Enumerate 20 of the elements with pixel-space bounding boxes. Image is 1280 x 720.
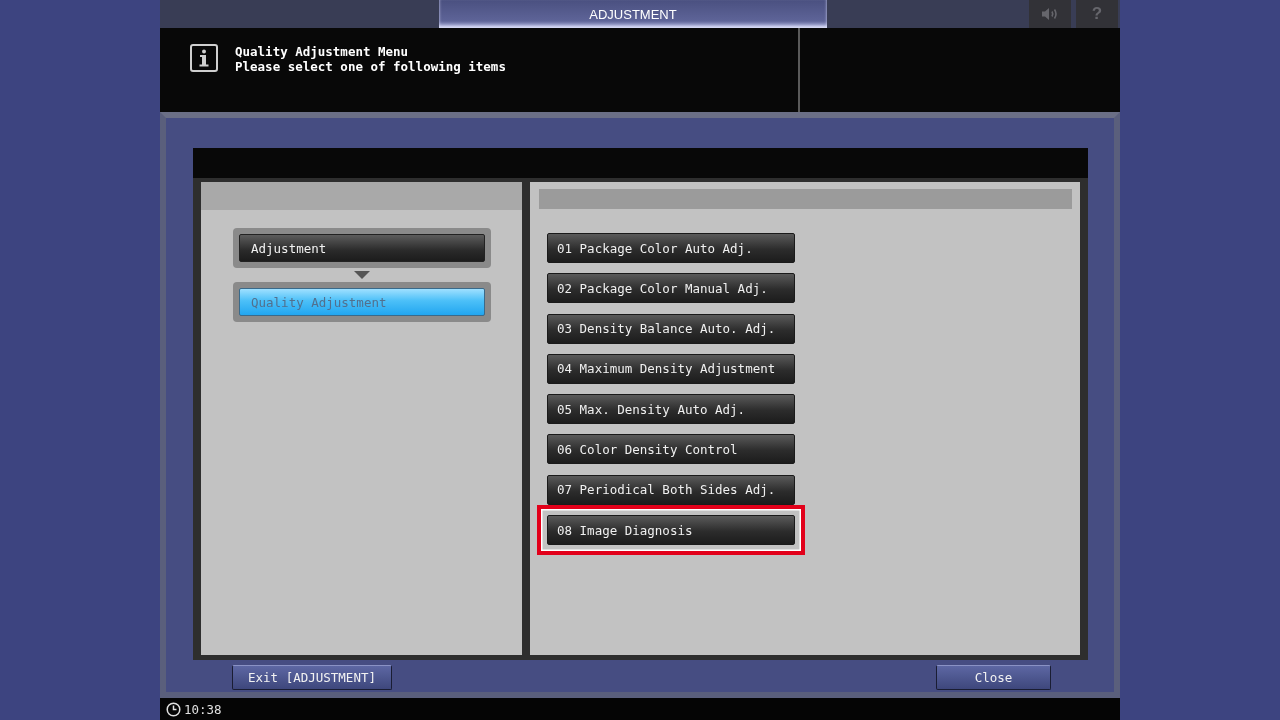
message-text: Please select one of following items	[235, 59, 506, 74]
message-title: Quality Adjustment Menu	[235, 44, 410, 59]
menu-button[interactable]: 08 Image Diagnosis	[547, 515, 795, 546]
menu-button[interactable]: 02 Package Color Manual Adj.	[547, 273, 795, 304]
clock-icon	[166, 701, 181, 717]
clock-time: 10:38	[184, 701, 222, 717]
menu-button[interactable]: 01 Package Color Auto Adj.	[547, 233, 795, 263]
breadcrumb-button[interactable]: Adjustment	[239, 234, 485, 262]
menu-button[interactable]: 07 Periodical Both Sides Adj.	[547, 474, 795, 505]
close-button[interactable]: Close	[936, 665, 1051, 690]
menu-button[interactable]: 04 Maximum Density Adjustment	[547, 353, 795, 384]
down-arrow-icon	[354, 271, 370, 279]
screen-title-bar: ADJUSTMENT	[439, 0, 827, 28]
exit-button[interactable]: Exit [ADJUSTMENT]	[232, 665, 392, 690]
menu-button[interactable]: 03 Density Balance Auto. Adj.	[547, 313, 795, 344]
info-icon	[190, 44, 218, 72]
menu-button[interactable]: 06 Color Density Control	[547, 434, 795, 465]
speaker-button[interactable]	[1029, 0, 1071, 28]
speaker-icon	[1041, 7, 1059, 21]
menu-button[interactable]: 05 Max. Density Auto Adj.	[547, 394, 795, 425]
